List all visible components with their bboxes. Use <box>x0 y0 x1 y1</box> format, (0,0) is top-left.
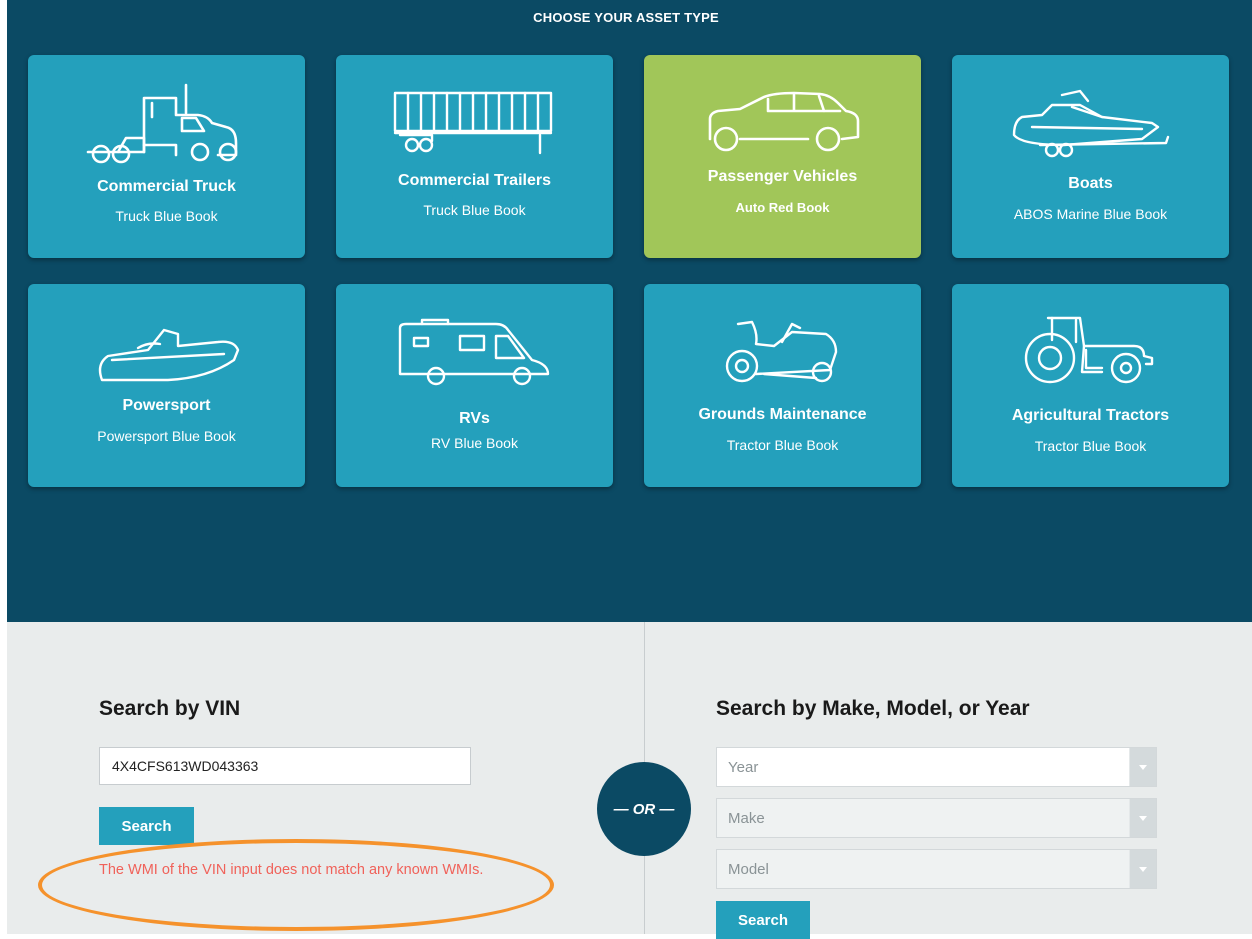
jetski-icon <box>98 328 240 382</box>
or-separator: — OR — <box>597 762 691 856</box>
tile-subtitle: Auto Red Book <box>735 200 830 215</box>
tile-subtitle: Truck Blue Book <box>115 208 218 224</box>
car-icon <box>708 91 860 152</box>
model-select[interactable]: Model <box>716 849 1157 889</box>
asset-type-heading: CHOOSE YOUR ASSET TYPE <box>533 10 719 25</box>
vin-error-message: The WMI of the VIN input does not match … <box>99 862 484 878</box>
tile-title: Agricultural Tractors <box>1011 407 1170 424</box>
tile-powersport[interactable]: Powersport Powersport Blue Book <box>28 284 305 487</box>
make-select[interactable]: Make <box>716 798 1157 838</box>
mmy-search-title: Search by Make, Model, or Year <box>716 697 1030 720</box>
mmy-search-button[interactable]: Search <box>716 901 810 939</box>
trailer-icon <box>393 91 553 155</box>
chevron-down-icon[interactable] <box>1129 799 1156 837</box>
tile-subtitle: RV Blue Book <box>431 435 518 451</box>
tile-title: Grounds Maintenance <box>698 406 867 423</box>
tile-boats[interactable]: Boats ABOS Marine Blue Book <box>952 55 1229 258</box>
tile-passenger-vehicles[interactable]: Passenger Vehicles Auto Red Book <box>644 55 921 258</box>
tile-title: Passenger Vehicles <box>707 168 858 185</box>
tile-subtitle: ABOS Marine Blue Book <box>1013 206 1168 222</box>
tile-commercial-trailers[interactable]: Commercial Trailers Truck Blue Book <box>336 55 613 258</box>
truck-icon <box>86 83 238 164</box>
make-select-value: Make <box>728 810 765 827</box>
tile-grounds-maintenance[interactable]: Grounds Maintenance Tractor Blue Book <box>644 284 921 487</box>
vin-input[interactable] <box>99 747 471 785</box>
tile-title: RVs <box>459 410 490 427</box>
tile-rvs[interactable]: RVs RV Blue Book <box>336 284 613 487</box>
chevron-down-icon[interactable] <box>1129 850 1156 888</box>
model-select-value: Model <box>728 861 769 878</box>
tile-title: Commercial Truck <box>97 178 236 195</box>
boat-icon <box>1012 89 1170 158</box>
tile-subtitle: Tractor Blue Book <box>726 437 839 453</box>
tile-subtitle: Truck Blue Book <box>423 202 526 218</box>
vin-search-title: Search by VIN <box>99 697 241 720</box>
vin-search-button[interactable]: Search <box>99 807 194 845</box>
tile-commercial-truck[interactable]: Commercial Truck Truck Blue Book <box>28 55 305 258</box>
tile-title: Commercial Trailers <box>398 172 551 189</box>
rv-icon <box>398 318 550 386</box>
chevron-down-icon[interactable] <box>1129 748 1156 786</box>
tile-subtitle: Powersport Blue Book <box>97 428 236 444</box>
tile-subtitle: Tractor Blue Book <box>1034 438 1147 454</box>
tile-title: Boats <box>1068 175 1113 192</box>
year-select[interactable]: Year <box>716 747 1157 787</box>
tile-agricultural-tractors[interactable]: Agricultural Tractors Tractor Blue Book <box>952 284 1229 487</box>
tile-title: Powersport <box>122 397 211 414</box>
tractor-icon <box>1024 316 1154 384</box>
riding-mower-icon <box>725 320 838 383</box>
year-select-value: Year <box>728 759 759 776</box>
